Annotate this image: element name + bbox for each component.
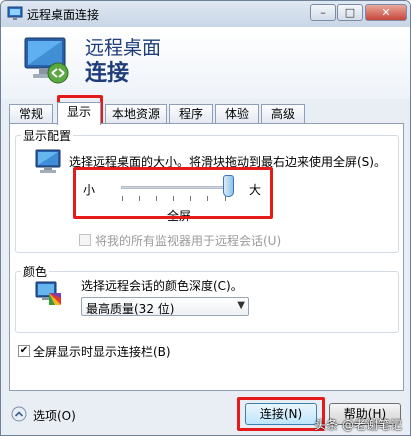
window-title: 远程桌面连接 bbox=[27, 8, 100, 22]
tab-strip: 常规 显示 本地资源 程序 体验 高级 bbox=[9, 102, 404, 125]
maximize-button[interactable]: □ bbox=[337, 4, 363, 21]
display-config-legend: 显示配置 bbox=[21, 127, 74, 144]
color-depth-value: 最高质量(32 位) bbox=[86, 302, 175, 316]
dialog-header: 远程桌面 连接 bbox=[1, 27, 410, 99]
highlight-slider-area bbox=[73, 167, 273, 219]
tab-display[interactable]: 显示 bbox=[57, 102, 101, 125]
tab-experience[interactable]: 体验 bbox=[215, 104, 259, 124]
connection-bar-label: 全屏显示时显示连接栏(B) bbox=[33, 345, 171, 359]
tab-advanced[interactable]: 高级 bbox=[261, 104, 305, 124]
highlight-connect-button bbox=[237, 397, 325, 431]
close-button[interactable]: ✕ bbox=[365, 4, 407, 21]
remote-monitor-icon bbox=[24, 37, 69, 84]
header-title: 连接 bbox=[85, 61, 130, 86]
monitor-icon bbox=[35, 149, 61, 173]
color-depth-select[interactable]: 最高质量(32 位) ▼ bbox=[81, 297, 249, 316]
multi-monitor-label: 将我的所有监视器用于远程会话(U) bbox=[95, 234, 282, 248]
color-palette-icon bbox=[35, 281, 61, 305]
multi-monitor-checkbox[interactable] bbox=[79, 234, 91, 246]
chevron-down-icon: ▼ bbox=[237, 300, 245, 311]
colors-legend: 颜色 bbox=[21, 263, 50, 280]
tab-programs[interactable]: 程序 bbox=[169, 104, 213, 124]
remote-desktop-icon bbox=[7, 6, 23, 20]
tab-local-resources[interactable]: 本地资源 bbox=[105, 104, 167, 124]
tab-general[interactable]: 常规 bbox=[9, 104, 53, 124]
connection-bar-checkbox[interactable]: ✔ bbox=[18, 345, 30, 357]
options-toggle-label[interactable]: 选项(O) bbox=[33, 407, 76, 424]
title-bar: 远程桌面连接 – □ ✕ bbox=[1, 1, 410, 27]
remote-desktop-window: 远程桌面连接 – □ ✕ 远程桌面 连接 常规 显示 本地资源 程序 体验 高级… bbox=[0, 0, 411, 436]
watermark-text: 头条 @老谢笔记 bbox=[314, 418, 402, 432]
color-depth-description: 选择远程会话的颜色深度(C)。 bbox=[81, 279, 243, 293]
chevron-up-circle-icon[interactable] bbox=[11, 406, 27, 422]
minimize-button[interactable]: – bbox=[310, 4, 336, 21]
